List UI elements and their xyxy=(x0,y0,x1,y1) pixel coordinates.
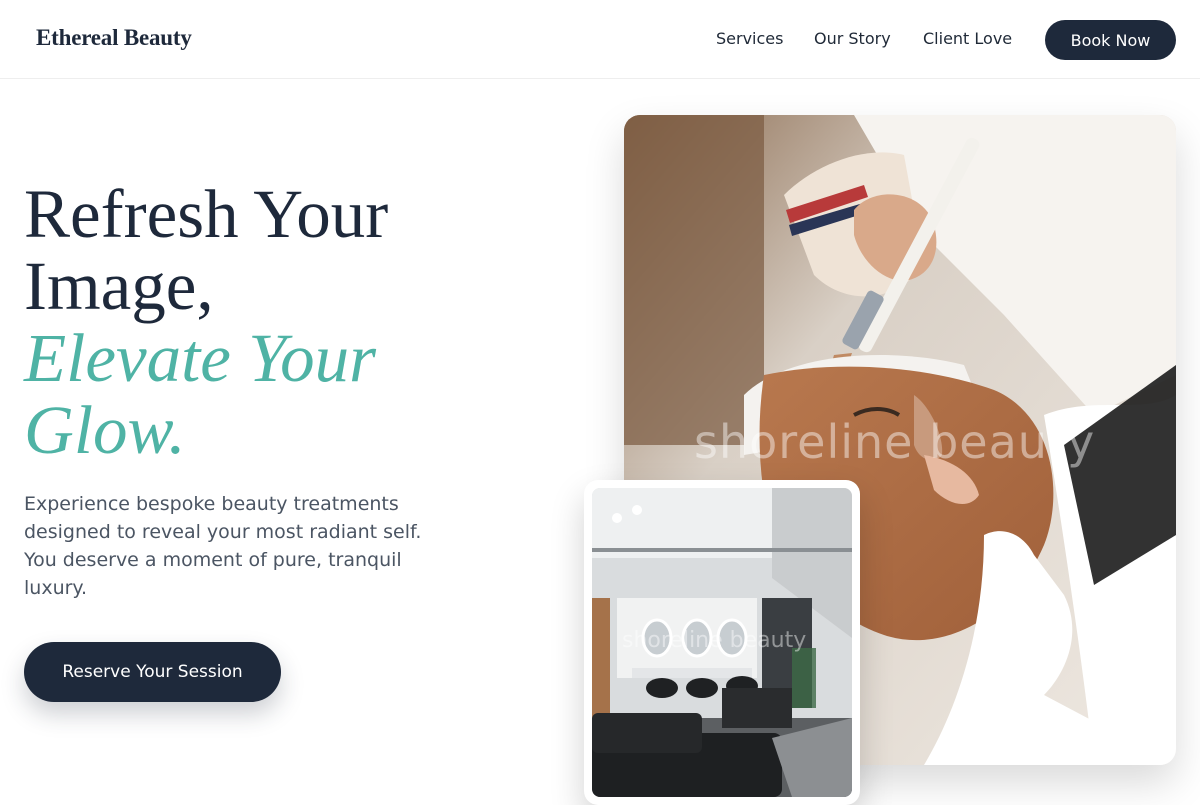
headline-line-1: Refresh Your xyxy=(24,176,389,252)
hero-description: Experience bespoke beauty treatments des… xyxy=(24,493,422,599)
nav-link-client-love[interactable]: Client Love xyxy=(923,29,1012,48)
nav-link-services[interactable]: Services xyxy=(716,29,783,48)
site-header: Ethereal Beauty Services Our Story Clien… xyxy=(0,0,1200,79)
headline-accent-line-1: Elevate Your xyxy=(24,320,377,396)
book-now-button[interactable]: Book Now xyxy=(1045,20,1176,60)
main-photo-watermark: shoreline beauty xyxy=(694,415,1096,469)
salon-interior-photo: shoreline beauty xyxy=(592,488,852,797)
reserve-session-button[interactable]: Reserve Your Session xyxy=(24,642,281,702)
nav-link-our-story[interactable]: Our Story xyxy=(814,29,891,48)
headline-accent-line-2: Glow. xyxy=(24,392,186,468)
brand-logo[interactable]: Ethereal Beauty xyxy=(36,25,192,51)
inset-photo-watermark: shoreline beauty xyxy=(622,628,807,653)
headline-line-2: Image, xyxy=(24,248,214,324)
hero-headline: Refresh Your Image, Elevate Your Glow. xyxy=(24,178,388,466)
salon-interior-photo-card: shoreline beauty xyxy=(584,480,860,805)
